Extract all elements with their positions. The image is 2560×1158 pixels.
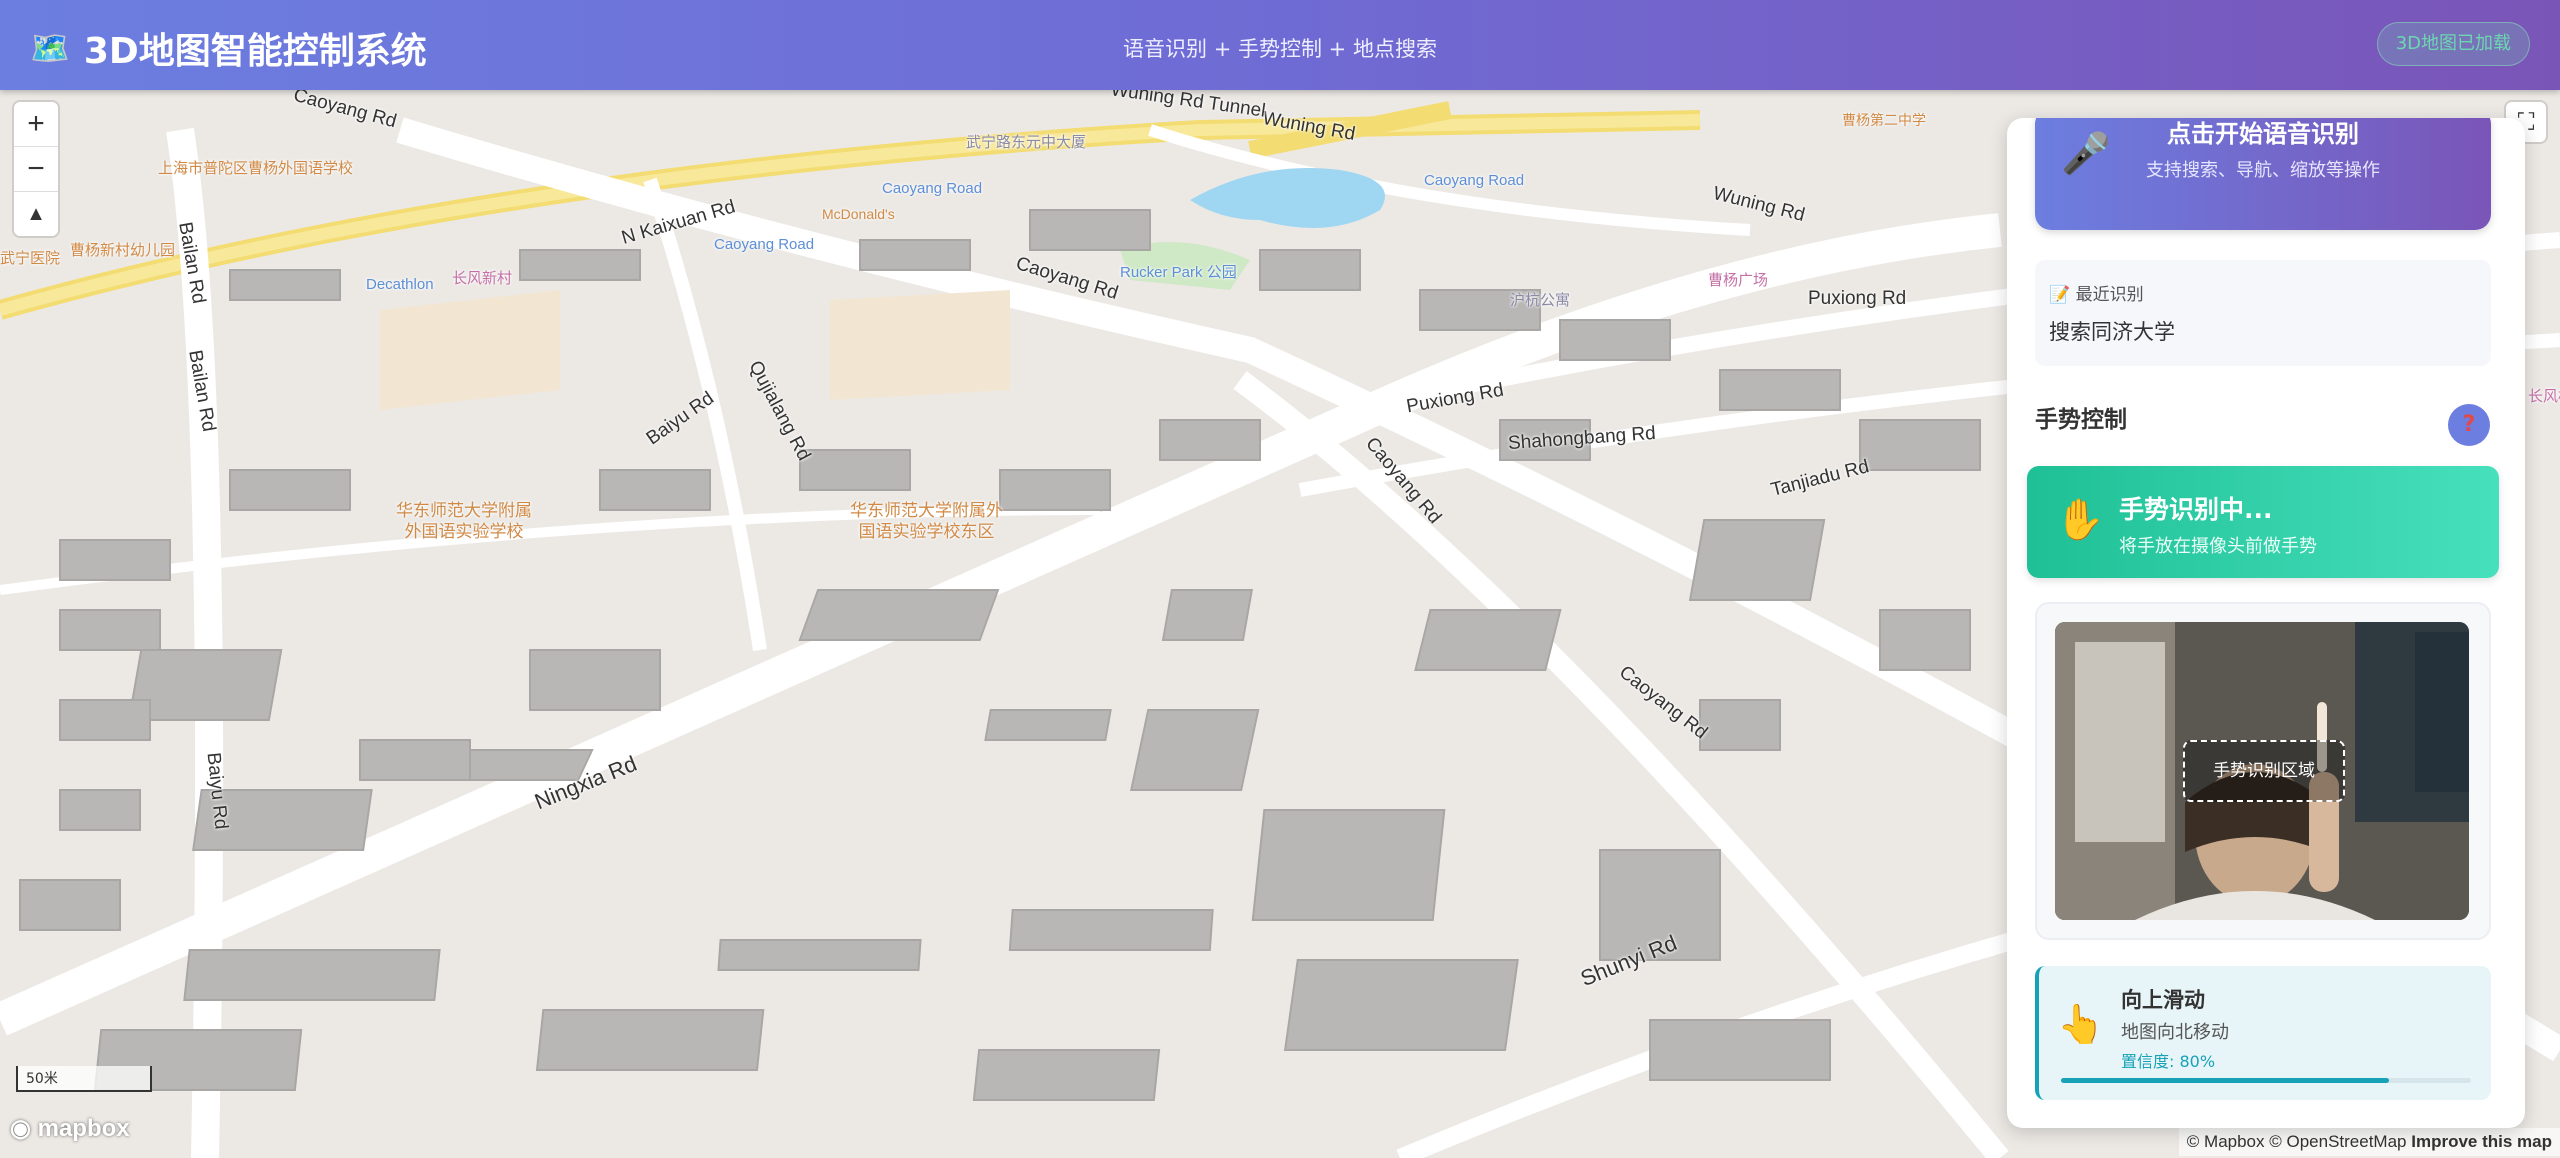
poi-label: 华东师范大学附属外 国语实验学校东区 bbox=[850, 501, 1003, 541]
poi-label: Caoyang Road bbox=[714, 236, 815, 253]
map-attribution: © Mapbox © OpenStreetMap Improve this ma… bbox=[2178, 1128, 2560, 1156]
zoom-control: + − ▲ bbox=[14, 102, 58, 236]
pointing-up-icon: 👆 bbox=[2057, 1002, 2105, 1046]
gesture-section-title: 手势控制 bbox=[2035, 407, 2127, 433]
poi-label: McDonald's bbox=[822, 206, 895, 222]
control-panel: 🎤 点击开始语音识别 支持搜索、导航、缩放等操作 📝 最近识别 搜索同济大学 手… bbox=[2007, 118, 2525, 1128]
voice-button-title: 点击开始语音识别 bbox=[2167, 120, 2359, 148]
mapbox-logo[interactable]: ◉ mapbox bbox=[10, 1114, 130, 1143]
gesture-confidence-label: 置信度: 80% bbox=[2121, 1052, 2216, 1071]
header-subtitle: 语音识别 + 手势控制 + 地点搜索 bbox=[1123, 37, 1437, 61]
poi-label: 武宁路东元中大厦 bbox=[966, 134, 1087, 151]
zoom-in-button[interactable]: + bbox=[14, 102, 58, 147]
poi-label: Decathlon bbox=[366, 276, 434, 293]
poi-label: 曹杨广场 bbox=[1708, 272, 1769, 289]
camera-feed: 手势识别区域 bbox=[2055, 622, 2469, 920]
help-button[interactable]: ? bbox=[2448, 404, 2490, 446]
zoom-out-button[interactable]: − bbox=[14, 147, 58, 192]
poi-label: 华东师范大学附属 外国语实验学校 bbox=[396, 501, 532, 541]
raised-hand-icon: ✋ bbox=[2055, 497, 2105, 543]
scale-bar: 50米 bbox=[16, 1066, 152, 1092]
map-canvas[interactable]: Caoyang Rd Caoyang Rd Caoyang Rd Caoyang… bbox=[0, 90, 2560, 1158]
gesture-result-description: 地图向北移动 bbox=[2121, 1022, 2229, 1043]
mapbox-logo-text: mapbox bbox=[37, 1115, 130, 1142]
poi-label: 长风新村 bbox=[452, 270, 513, 287]
improve-map-link[interactable]: Improve this map bbox=[2411, 1132, 2552, 1151]
recent-recognition: 📝 最近识别 搜索同济大学 bbox=[2035, 260, 2491, 366]
compass-button[interactable]: ▲ bbox=[14, 192, 58, 236]
poi-label: 曹杨新村幼儿园 bbox=[70, 242, 176, 259]
poi-label: Rucker Park 公园 bbox=[1120, 264, 1237, 281]
poi-label: 曹杨第二中学 bbox=[1842, 112, 1926, 128]
voice-recognition-button[interactable]: 🎤 点击开始语音识别 支持搜索、导航、缩放等操作 bbox=[2035, 118, 2491, 230]
gesture-result-card: 👆 向上滑动 地图向北移动 置信度: 80% bbox=[2035, 966, 2491, 1100]
poi-label: 武宁医院 bbox=[0, 250, 61, 267]
recent-recognition-heading: 📝 最近识别 bbox=[2049, 285, 2144, 305]
poi-label: Caoyang Road bbox=[882, 180, 983, 197]
poi-label: Caoyang Road bbox=[1424, 172, 1525, 189]
gesture-status-title: 手势识别中... bbox=[2119, 495, 2273, 524]
street-label: Puxiong Rd bbox=[1808, 288, 1907, 309]
voice-button-subtitle: 支持搜索、导航、缩放等操作 bbox=[2146, 160, 2380, 181]
poi-label: 长风桥 bbox=[2528, 388, 2560, 405]
poi-label: 沪杭公寓 bbox=[1510, 292, 1571, 309]
attribution-text[interactable]: © Mapbox © OpenStreetMap bbox=[2187, 1132, 2407, 1151]
poi-label: 上海市普陀区曹杨外国语学校 bbox=[158, 160, 354, 177]
confidence-bar-fill bbox=[2061, 1078, 2389, 1083]
app-header: 🗺️ 3D地图智能控制系统 语音识别 + 手势控制 + 地点搜索 3D地图已加载 bbox=[0, 0, 2560, 90]
camera-preview: 手势识别区域 bbox=[2035, 602, 2491, 940]
gesture-result-title: 向上滑动 bbox=[2121, 988, 2205, 1012]
confidence-bar-track bbox=[2061, 1078, 2471, 1083]
recent-recognition-text: 搜索同济大学 bbox=[2049, 320, 2175, 344]
gesture-status-card: ✋ 手势识别中... 将手放在摄像头前做手势 bbox=[2027, 466, 2499, 578]
gesture-detection-zone: 手势识别区域 bbox=[2183, 740, 2345, 802]
gesture-status-subtitle: 将手放在摄像头前做手势 bbox=[2119, 536, 2317, 557]
map-status-badge: 3D地图已加载 bbox=[2376, 22, 2530, 66]
